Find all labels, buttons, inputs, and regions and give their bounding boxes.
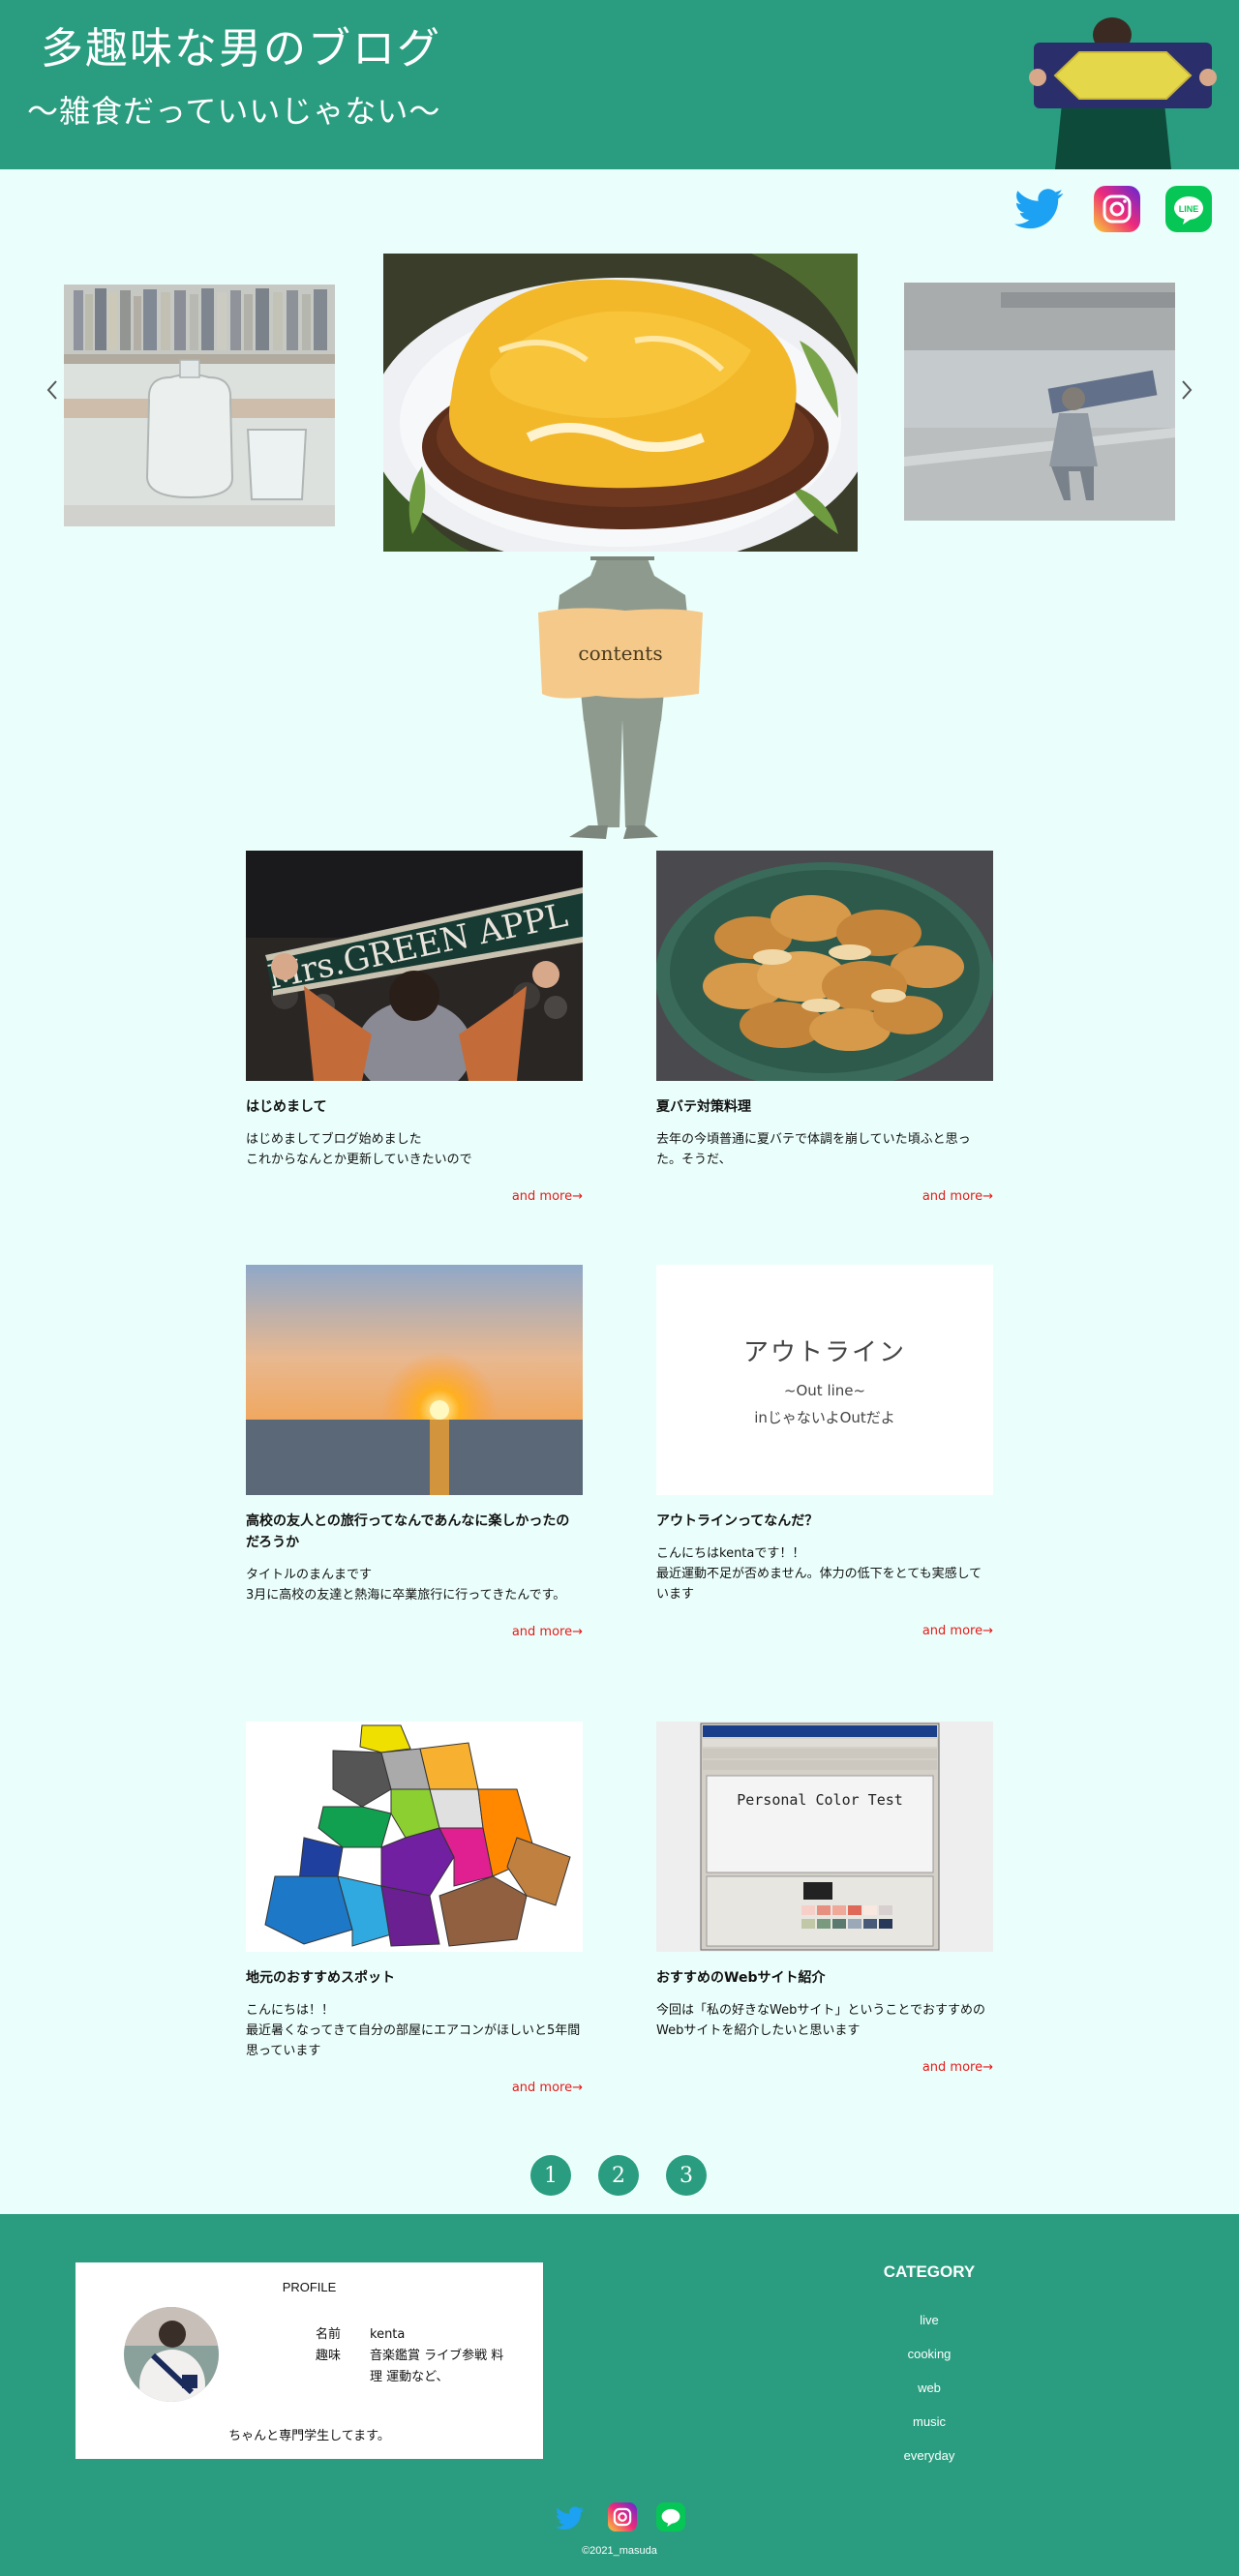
header-figure-illustration [1029,17,1217,169]
post-title[interactable]: 夏バテ対策料理 [656,1096,993,1118]
social-links-top: LINE [1014,186,1218,236]
profile-card: PROFILE 名前 kenta 趣味 音楽鑑賞 ライブ参戦 料理 運動など、 … [76,2262,543,2459]
post-excerpt: タイトルのまんまです 3月に高校の友達と熱海に卒業旅行に行ってきたんです。 [246,1568,566,1603]
avatar [124,2307,219,2402]
and-more-link[interactable]: and more→ [246,1625,583,1639]
profile-note: ちゃんと専門学生してます。 [228,2429,390,2443]
post-card[interactable]: アウトライン ~Out line~ inじゃないよOutだよ アウトラインってな… [656,1265,993,1638]
post-thumbnail-pork-dish [656,851,993,1081]
profile-hobby-label: 趣味 [316,2349,342,2363]
profile-hobby-value: 音楽鑑賞 ライブ参戦 料理 運動など、 [370,2349,504,2384]
post-excerpt: はじめましてブログ始めました これからなんとか更新していきたいので [246,1132,472,1167]
chevron-right-icon[interactable] [1175,375,1198,404]
and-more-link[interactable]: and more→ [246,2081,583,2095]
profile-name-value: kenta [370,2327,406,2342]
category-item-everyday[interactable]: everyday [852,2439,1007,2472]
site-subtitle: 〜雑食だっていいじゃない〜 [27,93,441,130]
page-button-2[interactable]: 2 [598,2155,639,2196]
post-excerpt: 去年の今頃普通に夏バテで体調を崩していた頃ふと思った。そうだ、 [656,1132,971,1167]
carousel-slide-glassware[interactable] [64,285,335,526]
post-card[interactable]: 高校の友人との旅行ってなんであんなに楽しかったのだろうか タイトルのまんまです … [246,1265,583,1639]
page-button-1[interactable]: 1 [530,2155,571,2196]
profile-name-label: 名前 [316,2327,342,2342]
line-glyph: LINE [1174,196,1203,225]
post-title[interactable]: 地元のおすすめスポット [246,1967,583,1989]
line-icon[interactable] [656,2502,685,2531]
twitter-icon[interactable] [1014,188,1065,232]
instagram-glyph [1103,195,1132,224]
carousel-slide-omurice[interactable] [383,254,858,552]
personal-color-test-heading: Personal Color Test [737,1791,903,1809]
and-more-link[interactable]: and more→ [246,1189,583,1204]
post-card[interactable]: 地元のおすすめスポット こんにちは！！ 最近暑くなってきて自分の部屋にエアコンが… [246,1722,583,2095]
omurice-photo [383,254,858,552]
category-item-web[interactable]: web [852,2371,1007,2405]
post-title[interactable]: アウトラインってなんだ？ [656,1511,993,1532]
line-icon-label: LINE [1179,204,1199,214]
line-icon[interactable]: LINE [1165,186,1212,232]
outline-subheading: ~Out line~ [783,1382,866,1399]
instagram-icon[interactable] [1094,186,1140,232]
outline-caption: inじゃないよOutだよ [754,1409,895,1426]
post-excerpt: こんにちはkentaです！！ 最近運動不足が否めません。体力の低下をとても実感し… [656,1546,982,1602]
post-title[interactable]: おすすめのWebサイト紹介 [656,1967,993,1989]
live-venue-photo [904,283,1175,521]
image-carousel [0,242,1239,571]
site-header: 多趣味な男のブログ 〜雑食だっていいじゃない〜 [0,0,1239,169]
category-item-cooking[interactable]: cooking [852,2337,1007,2371]
post-thumbnail-map [246,1722,583,1952]
category-heading: CATEGORY [883,2262,976,2281]
site-footer: PROFILE 名前 kenta 趣味 音楽鑑賞 ライブ参戦 料理 運動など、 … [0,2214,1239,2576]
outline-heading: アウトライン [742,1338,906,1367]
profile-details: 名前 kenta 趣味 音楽鑑賞 ライブ参戦 料理 運動など、 [316,2324,505,2388]
site-title[interactable]: 多趣味な男のブログ [41,14,441,75]
post-title[interactable]: 高校の友人との旅行ってなんであんなに楽しかったのだろうか [246,1511,583,1553]
contents-label: contents [578,642,663,665]
instagram-icon[interactable] [608,2502,637,2531]
twitter-icon[interactable] [556,2504,585,2533]
social-links-footer [556,2502,691,2533]
glassware-photo [64,285,335,526]
carousel-slide-live-venue[interactable] [904,283,1175,521]
chevron-left-icon[interactable] [41,375,64,404]
post-card[interactable]: Mrs.GREEN APPL はじめまして はじめましてブログ始めました これか… [246,851,583,1204]
post-thumbnail-sunset [246,1265,583,1495]
post-title[interactable]: はじめまして [246,1096,583,1118]
post-thumbnail-web-window: Personal Color Test [656,1722,993,1952]
post-excerpt: 今回は「私の好きなWebサイト」ということでおすすめのWebサイトを紹介したいと… [656,2003,985,2038]
post-thumbnail-live-towel: Mrs.GREEN APPL [246,851,583,1081]
post-thumbnail-outline: アウトライン ~Out line~ inじゃないよOutだよ [656,1265,993,1495]
post-card[interactable]: 夏バテ対策料理 去年の今頃普通に夏バテで体調を崩していた頃ふと思った。そうだ、 … [656,851,993,1204]
and-more-link[interactable]: and more→ [656,1624,993,1638]
category-list: CATEGORY live cooking web music everyday [852,2262,1007,2472]
contents-sign[interactable]: contents [538,605,703,702]
instagram-glyph [613,2507,632,2527]
copyright: ©2021_masuda [582,2545,657,2557]
line-glyph [661,2508,680,2527]
and-more-link[interactable]: and more→ [656,2060,993,2075]
post-card[interactable]: Personal Color Test おすすめのWebサイト紹介 今回は「私の… [656,1722,993,2075]
profile-heading: PROFILE [282,2280,337,2294]
pagination: 1 2 3 [530,2155,714,2198]
page-button-3[interactable]: 3 [666,2155,707,2196]
and-more-link[interactable]: and more→ [656,1189,993,1204]
category-item-music[interactable]: music [852,2405,1007,2439]
post-excerpt: こんにちは！！ 最近暑くなってきて自分の部屋にエアコンがほしいと5年間思っていま… [246,2003,581,2058]
category-item-live[interactable]: live [852,2303,1007,2337]
